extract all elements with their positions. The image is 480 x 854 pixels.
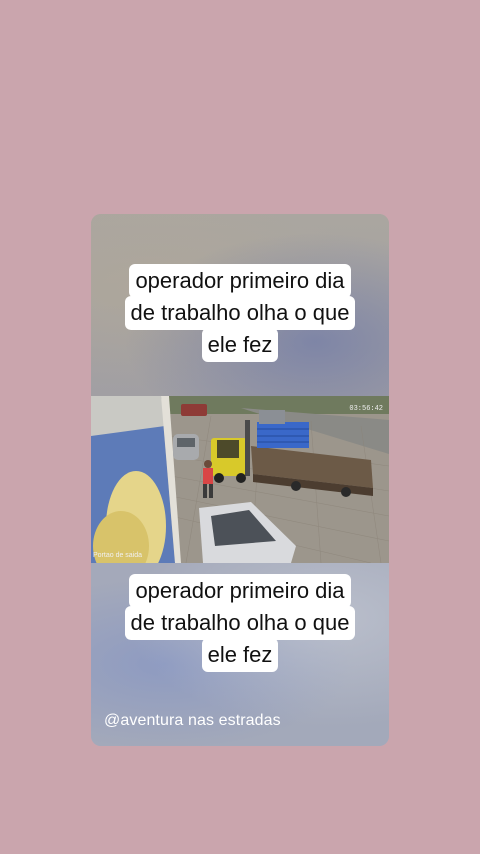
caption-line: operador primeiro dia: [129, 574, 351, 608]
caption-line: ele fez: [201, 328, 279, 362]
video-post-card[interactable]: operador primeiro dia de trabalho olha o…: [91, 214, 389, 746]
cctv-camera-label: Portao de saida: [93, 552, 142, 559]
account-handle[interactable]: @aventura nas estradas: [104, 711, 281, 731]
caption-line: de trabalho olha o que: [124, 296, 356, 330]
caption-top: operador primeiro dia de trabalho olha o…: [91, 264, 389, 362]
cctv-timestamp: 03:56:42: [349, 405, 383, 413]
story-page: operador primeiro dia de trabalho olha o…: [0, 0, 480, 854]
caption-line: operador primeiro dia: [129, 264, 351, 298]
caption-line: de trabalho olha o que: [124, 606, 356, 640]
cctv-video-frame[interactable]: 03:56:42 Portao de saida: [91, 396, 389, 563]
caption-line: ele fez: [201, 638, 279, 672]
cctv-scene-image: 03:56:42 Portao de saida: [91, 396, 389, 563]
caption-bottom: operador primeiro dia de trabalho olha o…: [91, 574, 389, 672]
